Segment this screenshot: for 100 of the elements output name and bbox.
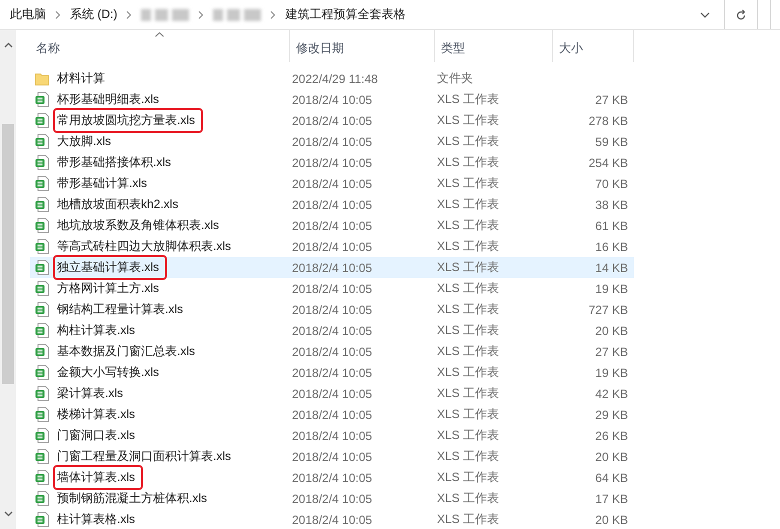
modified-date: 2018/2/4 10:05	[291, 366, 374, 380]
file-name[interactable]: 方格网计算土方.xls	[55, 278, 161, 299]
file-row[interactable]: 墙体计算表.xls 2018/2/4 10:05 XLS 工作表 64 KB	[30, 467, 634, 488]
file-name[interactable]: 构柱计算表.xls	[55, 320, 137, 341]
file-name[interactable]: 材料计算	[55, 68, 107, 89]
file-name[interactable]: 基本数据及门窗汇总表.xls	[55, 341, 197, 362]
file-row[interactable]: 杯形基础明细表.xls 2018/2/4 10:05 XLS 工作表 27 KB	[30, 89, 634, 110]
file-size: 59 KB	[594, 134, 629, 148]
breadcrumb-item[interactable]: 此电脑	[10, 6, 46, 23]
file-row[interactable]: 预制钢筋混凝土方桩体积.xls 2018/2/4 10:05 XLS 工作表 17 KB	[30, 488, 634, 509]
modified-date: 2018/2/4 10:05	[291, 198, 374, 212]
file-row[interactable]: 大放脚.xls 2018/2/4 10:05 XLS 工作表 59 KB	[30, 131, 634, 152]
modified-date: 2018/2/4 10:05	[291, 114, 374, 128]
file-name[interactable]: 地坑放坡系数及角锥体积表.xls	[55, 215, 221, 236]
file-row[interactable]: 金额大小写转换.xls 2018/2/4 10:05 XLS 工作表 19 KB	[30, 362, 634, 383]
chevron-right-icon[interactable]	[55, 10, 61, 18]
file-size: 20 KB	[594, 512, 629, 526]
file-type: XLS 工作表	[436, 259, 500, 276]
modified-date: 2018/2/4 10:05	[291, 470, 374, 484]
file-name[interactable]: 独立基础计算表.xls	[55, 257, 165, 278]
file-name[interactable]: 常用放坡圆坑挖方量表.xls	[55, 110, 201, 131]
file-name[interactable]: 金额大小写转换.xls	[55, 362, 161, 383]
column-header[interactable]: 名称	[36, 40, 60, 56]
chevron-right-icon[interactable]	[198, 10, 204, 18]
spreadsheet-file-icon	[35, 197, 49, 212]
file-type: XLS 工作表	[436, 196, 500, 213]
file-size: 20 KB	[594, 450, 629, 464]
file-type: XLS 工作表	[436, 217, 500, 234]
file-type: XLS 工作表	[436, 364, 500, 381]
chevron-right-icon[interactable]	[126, 10, 132, 18]
file-type: 文件夹	[436, 70, 474, 87]
modified-date: 2018/2/4 10:05	[291, 324, 374, 338]
file-size: 70 KB	[594, 176, 629, 190]
refresh-icon[interactable]	[734, 8, 748, 22]
file-row[interactable]: 构柱计算表.xls 2018/2/4 10:05 XLS 工作表 20 KB	[30, 320, 634, 341]
file-size: 26 KB	[594, 428, 629, 442]
file-type: XLS 工作表	[436, 427, 500, 444]
file-name[interactable]: 门窗洞口表.xls	[55, 425, 137, 446]
file-row[interactable]: 常用放坡圆坑挖方量表.xls 2018/2/4 10:05 XLS 工作表 278 KB	[30, 110, 634, 131]
file-name[interactable]: 地槽放坡面积表kh2.xls	[55, 194, 180, 215]
file-size: 19 KB	[594, 366, 629, 380]
file-row[interactable]: 带形基础计算.xls 2018/2/4 10:05 XLS 工作表 70 KB	[30, 173, 634, 194]
modified-date: 2018/2/4 10:05	[291, 282, 374, 296]
file-size: 29 KB	[594, 408, 629, 422]
file-name[interactable]: 柱计算表格.xls	[55, 509, 137, 529]
chevron-down-icon[interactable]	[700, 12, 710, 18]
file-type: XLS 工作表	[436, 154, 500, 171]
file-row[interactable]: 门窗工程量及洞口面积计算表.xls 2018/2/4 10:05 XLS 工作表 20 KB	[30, 446, 634, 467]
breadcrumb-item[interactable]: 系统 (D:)	[70, 6, 118, 23]
file-row[interactable]: 楼梯计算表.xls 2018/2/4 10:05 XLS 工作表 29 KB	[30, 404, 634, 425]
file-row[interactable]: 独立基础计算表.xls 2018/2/4 10:05 XLS 工作表 14 KB	[30, 257, 634, 278]
modified-date: 2018/2/4 10:05	[291, 218, 374, 232]
column-header[interactable]: 修改日期	[296, 40, 344, 56]
scrollbar-thumb[interactable]	[2, 124, 14, 384]
file-row[interactable]: 梁计算表.xls 2018/2/4 10:05 XLS 工作表 42 KB	[30, 383, 634, 404]
file-name[interactable]: 钢结构工程量计算表.xls	[55, 299, 185, 320]
redacted-mark	[213, 8, 262, 22]
file-row[interactable]: 柱计算表格.xls 2018/2/4 10:05 XLS 工作表 20 KB	[30, 509, 634, 529]
file-row[interactable]: 基本数据及门窗汇总表.xls 2018/2/4 10:05 XLS 工作表 27 KB	[30, 341, 634, 362]
file-type: XLS 工作表	[436, 133, 500, 150]
spreadsheet-file-icon	[35, 386, 49, 401]
spreadsheet-file-icon	[35, 260, 49, 275]
breadcrumb-item[interactable]: 建筑工程预算全套表格	[285, 6, 406, 23]
scroll-up-icon[interactable]	[4, 42, 12, 48]
file-name[interactable]: 等高式砖柱四边大放脚体积表.xls	[55, 236, 233, 257]
file-row[interactable]: 门窗洞口表.xls 2018/2/4 10:05 XLS 工作表 26 KB	[30, 425, 634, 446]
file-name[interactable]: 楼梯计算表.xls	[55, 404, 137, 425]
modified-date: 2018/2/4 10:05	[291, 92, 374, 106]
file-type: XLS 工作表	[436, 91, 500, 108]
file-name[interactable]: 杯形基础明细表.xls	[55, 89, 161, 110]
column-header[interactable]: 类型	[441, 40, 465, 56]
file-name[interactable]: 梁计算表.xls	[55, 383, 125, 404]
file-name[interactable]: 带形基础计算.xls	[55, 173, 149, 194]
spreadsheet-file-icon	[35, 302, 49, 317]
file-name[interactable]: 墙体计算表.xls	[55, 467, 141, 488]
file-size: 727 KB	[588, 302, 629, 316]
file-size: 27 KB	[594, 344, 629, 358]
file-size: 14 KB	[594, 260, 629, 274]
column-header[interactable]: 大小	[559, 40, 583, 56]
file-row[interactable]: 地坑放坡系数及角锥体积表.xls 2018/2/4 10:05 XLS 工作表 61 KB	[30, 215, 634, 236]
file-name[interactable]: 大放脚.xls	[55, 131, 113, 152]
chevron-right-icon[interactable]	[270, 10, 276, 18]
modified-date: 2018/2/4 10:05	[291, 156, 374, 170]
spreadsheet-file-icon	[35, 239, 49, 254]
scroll-down-icon[interactable]	[4, 511, 12, 517]
file-row[interactable]: 材料计算 2022/4/29 11:48 文件夹	[30, 68, 634, 89]
folder-icon	[35, 72, 49, 86]
file-row[interactable]: 带形基础搭接体积.xls 2018/2/4 10:05 XLS 工作表 254 KB	[30, 152, 634, 173]
file-row[interactable]: 地槽放坡面积表kh2.xls 2018/2/4 10:05 XLS 工作表 38 KB	[30, 194, 634, 215]
file-row[interactable]: 方格网计算土方.xls 2018/2/4 10:05 XLS 工作表 19 KB	[30, 278, 634, 299]
file-type: XLS 工作表	[436, 343, 500, 360]
file-name[interactable]: 带形基础搭接体积.xls	[55, 152, 173, 173]
file-size: 61 KB	[594, 218, 629, 232]
file-name[interactable]: 门窗工程量及洞口面积计算表.xls	[55, 446, 233, 467]
file-row[interactable]: 等高式砖柱四边大放脚体积表.xls 2018/2/4 10:05 XLS 工作表 16 KB	[30, 236, 634, 257]
file-row[interactable]: 钢结构工程量计算表.xls 2018/2/4 10:05 XLS 工作表 727 KB	[30, 299, 634, 320]
file-name[interactable]: 预制钢筋混凝土方桩体积.xls	[55, 488, 209, 509]
file-type: XLS 工作表	[436, 322, 500, 339]
file-size: 17 KB	[594, 492, 629, 506]
modified-date: 2018/2/4 10:05	[291, 408, 374, 422]
